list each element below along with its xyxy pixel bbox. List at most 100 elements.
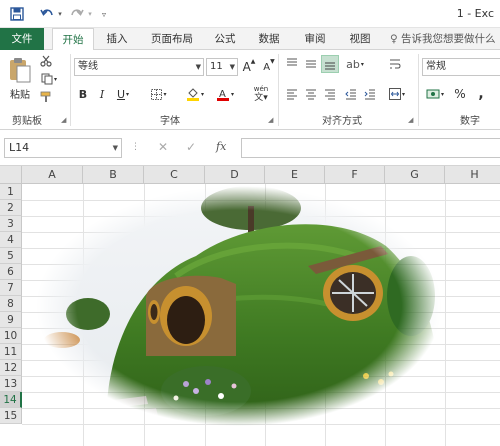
phonetic-button[interactable]: wén 文▾	[248, 84, 274, 104]
row-header-7[interactable]: 7	[0, 280, 22, 296]
undo-icon[interactable]	[38, 5, 56, 23]
row-header-5[interactable]: 5	[0, 248, 22, 264]
tab-formulas[interactable]: 公式	[208, 28, 242, 50]
italic-button[interactable]: I	[95, 86, 109, 102]
column-header-e[interactable]: E	[265, 166, 325, 184]
row-header-4[interactable]: 4	[0, 232, 22, 248]
row-header-13[interactable]: 13	[0, 376, 22, 392]
font-launcher-icon[interactable]: ◢	[268, 116, 273, 124]
underline-button[interactable]: U ▾	[112, 86, 134, 102]
bold-button[interactable]: B	[76, 86, 90, 102]
fill-color-button[interactable]: ▾	[183, 86, 207, 102]
underline-label: U	[116, 87, 126, 101]
customize-icon[interactable]: ▿	[99, 5, 109, 23]
paste-button[interactable]: 粘贴	[6, 54, 34, 102]
copy-button[interactable]: ▾	[38, 72, 60, 86]
tab-insert[interactable]: 插入	[100, 28, 134, 50]
shrink-font-button[interactable]: A ▼	[262, 58, 276, 76]
watermark-logo: Bai	[366, 397, 385, 411]
paste-icon	[10, 57, 31, 82]
align-bottom-button[interactable]	[321, 55, 339, 73]
redo-icon[interactable]	[68, 5, 86, 23]
row-header-14[interactable]: 14	[0, 392, 22, 408]
align-left-button[interactable]	[284, 86, 300, 102]
align-center-icon	[306, 89, 316, 100]
align-center-button[interactable]	[303, 86, 319, 102]
format-painter-button[interactable]	[38, 90, 54, 104]
font-size-select[interactable]: 11 ▼	[206, 58, 238, 76]
select-all-button[interactable]	[0, 166, 22, 184]
group-label-clipboard: 剪贴板	[12, 116, 42, 127]
formula-input[interactable]	[241, 138, 500, 158]
cut-button[interactable]	[38, 54, 54, 68]
align-middle-button[interactable]	[303, 56, 319, 72]
worksheet-grid[interactable]: A B C D E F G H 1 2 3 4 5 6 7 8 9 10 11 …	[0, 166, 500, 446]
enter-icon[interactable]: ✓	[186, 140, 196, 154]
comma-style-button[interactable]: ,	[474, 86, 488, 102]
chevron-down-icon: ▾	[401, 90, 405, 98]
row-header-9[interactable]: 9	[0, 312, 22, 328]
divider	[418, 54, 419, 126]
paint-bucket-icon	[186, 88, 199, 101]
column-header-d[interactable]: D	[205, 166, 265, 184]
wrap-text-button[interactable]	[387, 56, 403, 72]
align-bottom-icon	[325, 62, 335, 70]
tab-home[interactable]: 开始	[52, 28, 94, 51]
align-right-button[interactable]	[322, 86, 338, 102]
row-header-12[interactable]: 12	[0, 360, 22, 376]
tell-me-search[interactable]: ♀ 告诉我您想要做什么	[390, 28, 496, 50]
number-format-value: 常规	[426, 61, 446, 72]
column-header-f[interactable]: F	[325, 166, 385, 184]
column-header-b[interactable]: B	[83, 166, 144, 184]
shrink-font-label: A	[263, 61, 271, 73]
drag-handle-icon[interactable]: ⋮	[131, 142, 140, 152]
column-header-a[interactable]: A	[22, 166, 83, 184]
redo-dropdown-icon[interactable]: ▾	[86, 5, 94, 23]
borders-button[interactable]: ▾	[148, 86, 170, 102]
increase-indent-icon	[364, 89, 375, 100]
merge-center-button[interactable]: ▾	[385, 86, 409, 102]
row-header-15[interactable]: 15	[0, 408, 22, 424]
decrease-indent-button[interactable]	[343, 86, 359, 102]
save-icon[interactable]	[8, 5, 26, 23]
font-name-select[interactable]: 等线 ▼	[74, 58, 204, 76]
row-header-6[interactable]: 6	[0, 264, 22, 280]
row-header-8[interactable]: 8	[0, 296, 22, 312]
formula-bar: L14 ▼ ⋮ ✕ ✓ fx	[0, 130, 500, 166]
font-color-icon: A	[216, 89, 229, 101]
row-header-2[interactable]: 2	[0, 200, 22, 216]
increase-indent-button[interactable]	[362, 86, 378, 102]
clipboard-launcher-icon[interactable]: ◢	[61, 116, 66, 124]
row-header-3[interactable]: 3	[0, 216, 22, 232]
inserted-picture[interactable]: Bai	[36, 186, 442, 426]
tab-review[interactable]: 审阅	[298, 28, 332, 50]
font-color-button[interactable]: A ▾	[213, 86, 237, 102]
percent-style-button[interactable]: %	[453, 86, 467, 102]
insert-function-button[interactable]: fx	[216, 140, 226, 153]
row-header-11[interactable]: 11	[0, 344, 22, 360]
align-top-button[interactable]	[284, 56, 300, 72]
grow-font-button[interactable]: A ▲	[242, 58, 256, 76]
decrease-indent-icon	[345, 89, 356, 100]
accounting-format-button[interactable]: ▾	[424, 86, 446, 102]
undo-dropdown-icon[interactable]: ▾	[56, 5, 64, 23]
tab-file[interactable]: 文件	[0, 28, 44, 50]
cancel-icon[interactable]: ✕	[158, 140, 168, 154]
orientation-button[interactable]: ab ▾	[343, 56, 367, 72]
number-format-select[interactable]: 常规	[422, 58, 500, 76]
name-box-value: L14	[9, 141, 30, 154]
alignment-launcher-icon[interactable]: ◢	[408, 116, 413, 124]
column-header-g[interactable]: G	[385, 166, 445, 184]
row-header-10[interactable]: 10	[0, 328, 22, 344]
chevron-down-icon: ▾	[200, 90, 204, 98]
row-header-1[interactable]: 1	[0, 184, 22, 200]
name-box[interactable]: L14 ▼	[4, 138, 122, 158]
wrap-text-icon	[390, 59, 401, 69]
chevron-down-icon: ▾	[360, 60, 364, 68]
tab-data[interactable]: 数据	[252, 28, 286, 50]
divider	[70, 54, 71, 126]
column-header-c[interactable]: C	[144, 166, 205, 184]
tab-page-layout[interactable]: 页面布局	[144, 28, 200, 50]
column-header-h[interactable]: H	[445, 166, 500, 184]
tab-view[interactable]: 视图	[343, 28, 377, 50]
